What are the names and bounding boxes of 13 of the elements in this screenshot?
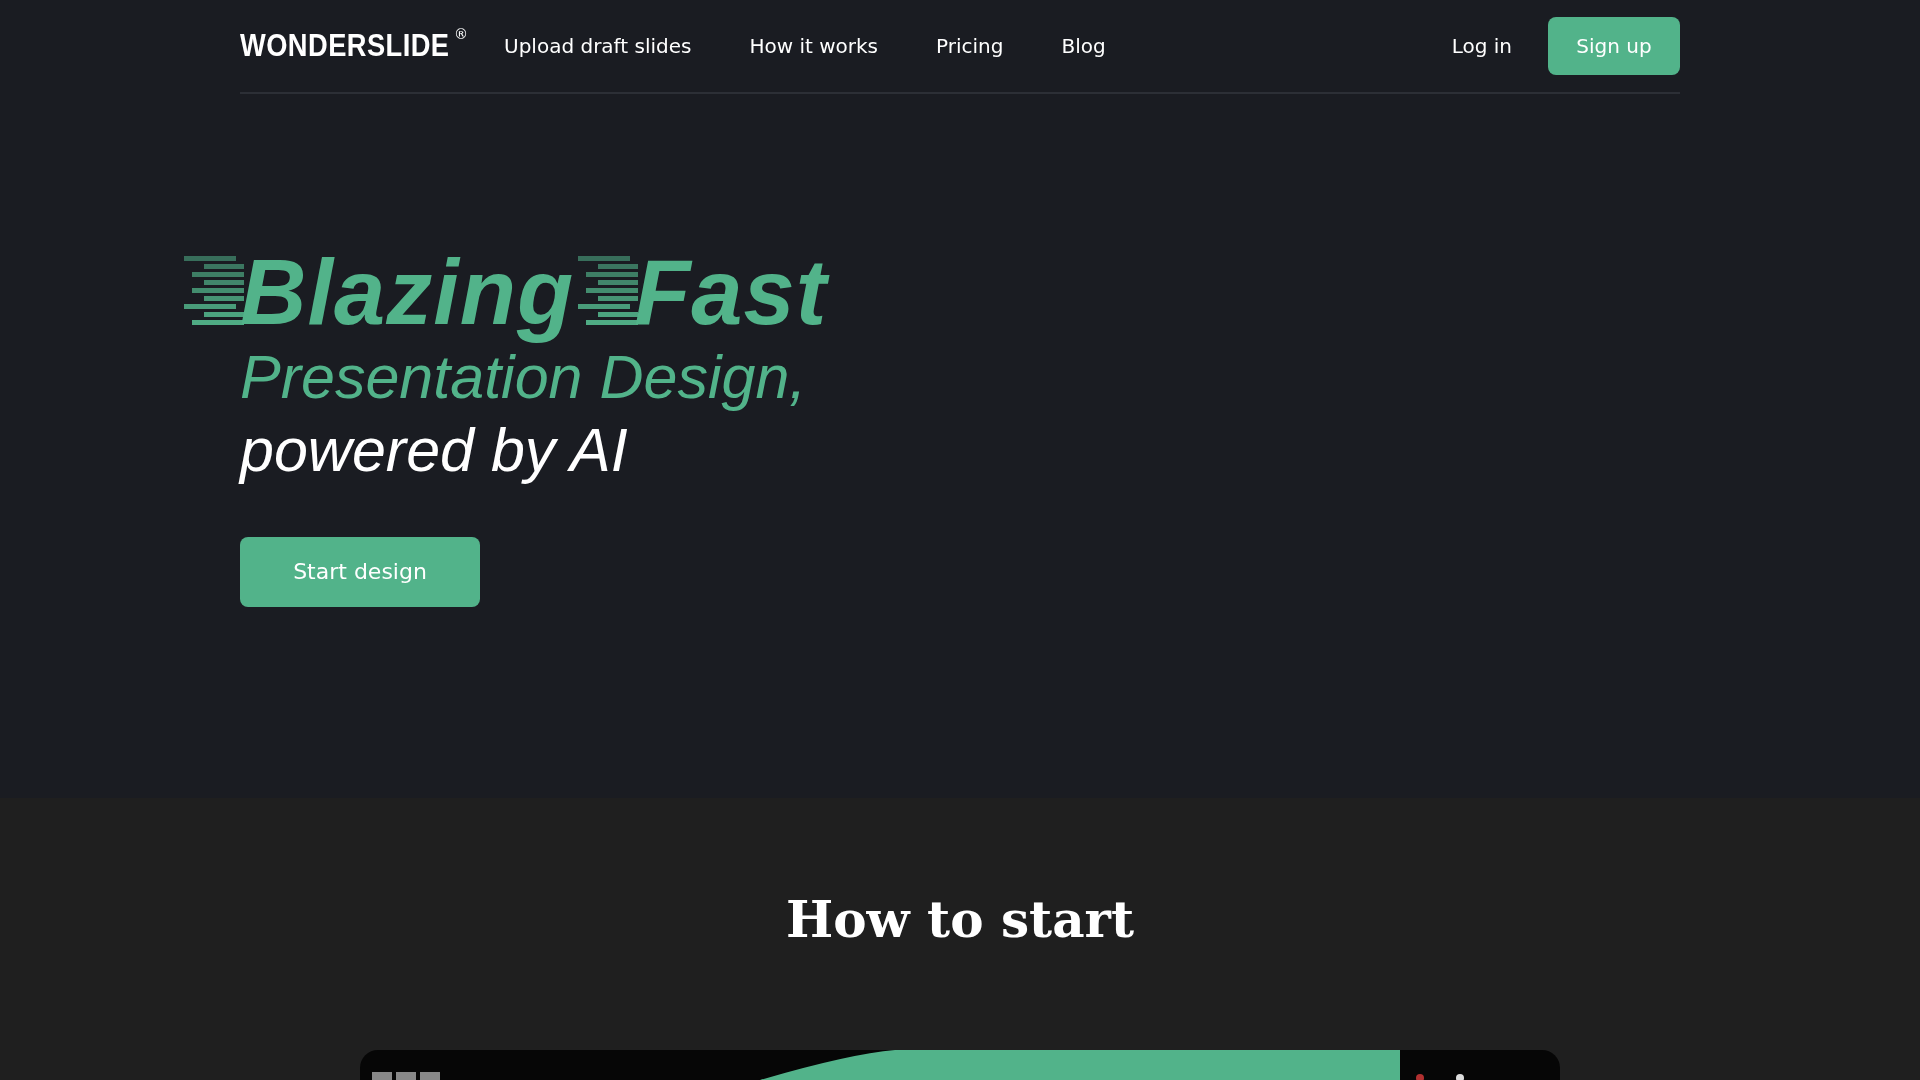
nav-link[interactable]: Upload draft slides <box>504 34 692 58</box>
hero-title-word: Fast <box>634 241 828 343</box>
nav-link[interactable]: How it works <box>749 34 879 58</box>
login-link[interactable]: Log in <box>1451 34 1512 58</box>
hero-tagline: powered by AI <box>240 414 629 486</box>
nav-link[interactable]: Blog <box>1061 34 1106 58</box>
hero-title-word: Blazing <box>240 241 575 343</box>
hero-subtitle: Presentation Design, <box>240 342 808 413</box>
registered-mark: ® <box>454 26 468 42</box>
section-heading: How to start <box>786 890 1134 949</box>
nav-link[interactable]: Pricing <box>936 34 1004 58</box>
logo[interactable]: WONDERSLIDE <box>240 28 450 64</box>
speed-lines-drawing <box>184 256 244 326</box>
